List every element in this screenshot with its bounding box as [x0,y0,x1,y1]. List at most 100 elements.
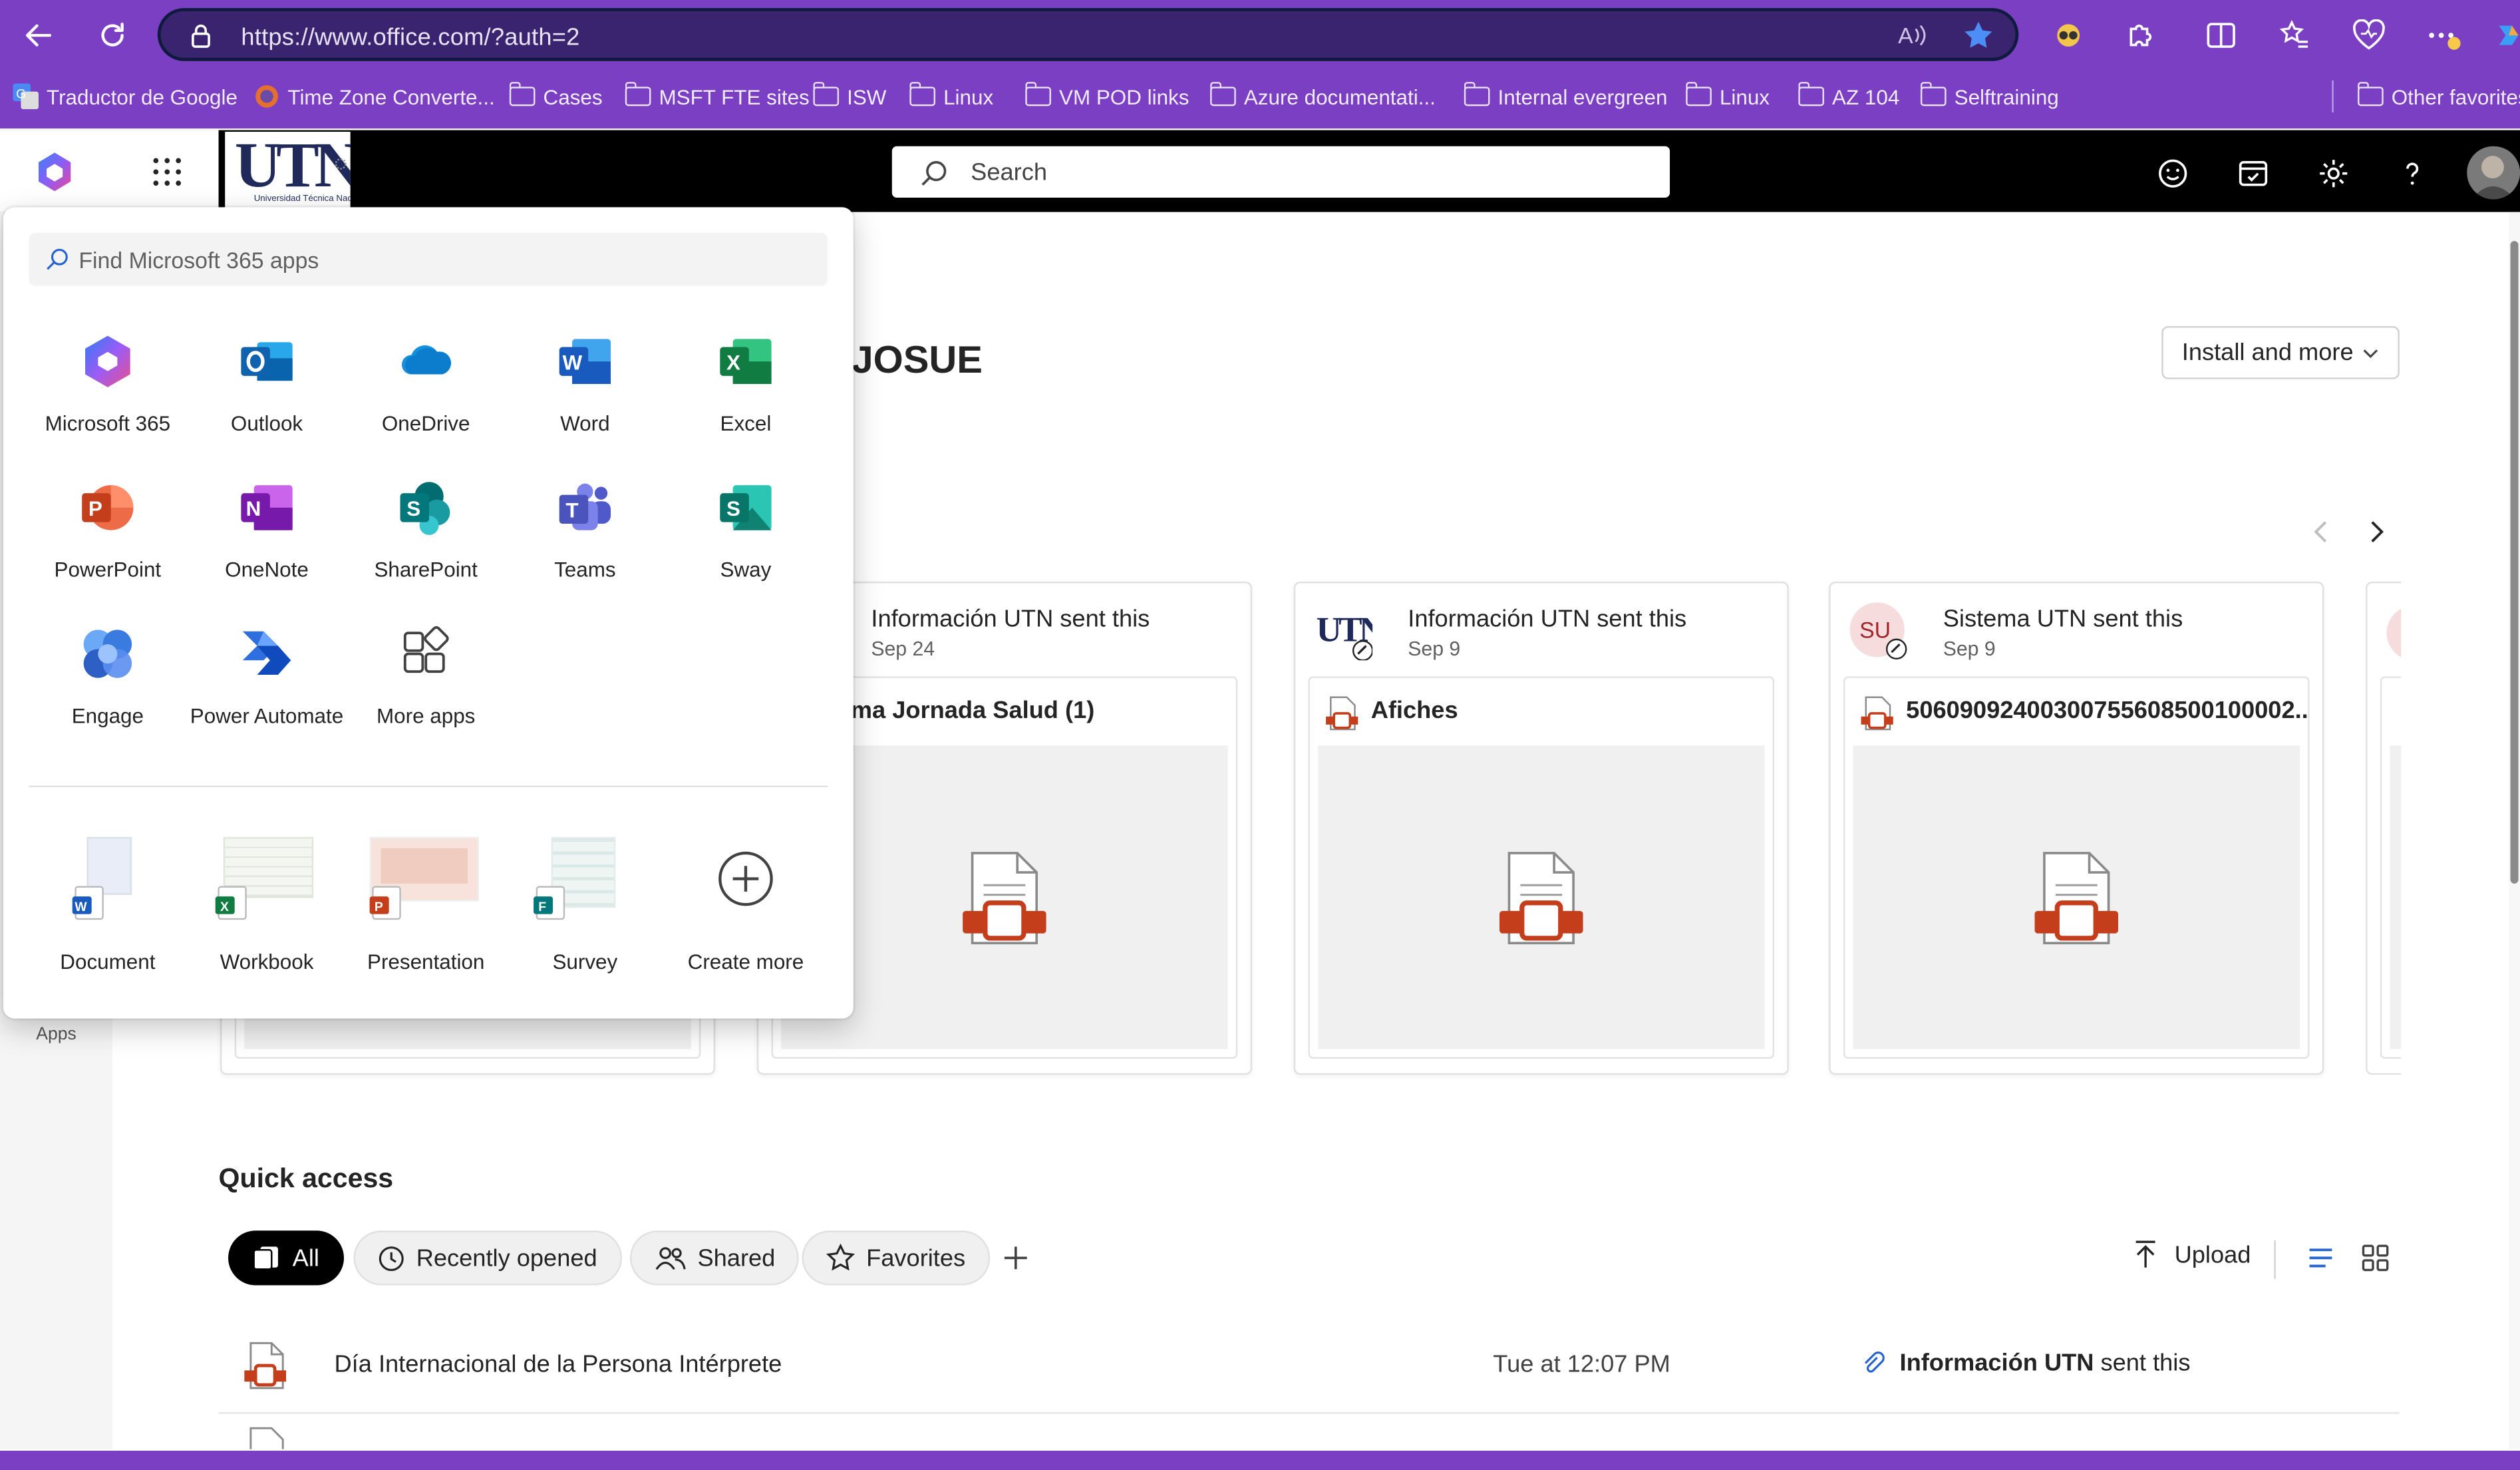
favorite-star-icon[interactable] [1963,19,1994,51]
folder-icon [1798,82,1824,106]
microsoft-365-logo-icon[interactable] [32,150,77,195]
rail-apps-label[interactable]: Apps [0,1025,112,1044]
app-tile-powerpoint[interactable]: P PowerPoint [27,478,188,583]
refresh-button[interactable] [90,13,135,58]
card-preview[interactable]: Afiches [1308,676,1775,1059]
filter-favorites-pill[interactable]: Favorites [802,1230,990,1286]
back-button[interactable] [16,13,61,58]
card-file-name[interactable]: Afiches [1371,697,1458,725]
address-bar[interactable]: https://www.office.com/?auth=2 A [157,8,2019,61]
shared-file-card[interactable]: UTN Información UTN sent this Sep 9 Afic… [1293,581,1789,1075]
carousel-next-button[interactable] [2361,514,2393,550]
app-tile-sharepoint[interactable]: S SharePoint [345,478,506,583]
app-tile-outlook[interactable]: Outlook [186,333,347,437]
settings-gear-icon[interactable] [2314,154,2353,193]
svg-text:W: W [75,900,87,914]
launcher-divider [29,785,828,787]
google-translate-icon: G [13,83,39,110]
shared-file-card[interactable]: SU Sistema UTN sent this Sep 9 506090924… [1829,581,2324,1075]
create-document-template[interactable]: W Document [27,836,188,974]
app-launcher-waffle-icon[interactable] [153,158,182,186]
bookmark-folder[interactable]: ISW [813,75,886,117]
card-thumbnail [1317,745,1765,1049]
extensions-puzzle-icon[interactable] [2122,16,2160,55]
favorites-list-icon[interactable] [2276,16,2314,55]
svg-text:X: X [726,351,740,374]
upload-button[interactable]: Upload [2133,1238,2251,1270]
copilot-icon[interactable] [2489,16,2520,55]
app-tile-teams[interactable]: T Teams [505,478,666,583]
page-scrollbar-thumb[interactable] [2510,241,2519,884]
app-tile-excel[interactable]: X Excel [665,333,826,437]
read-aloud-icon[interactable]: A [1897,21,1929,49]
app-tile-onedrive[interactable]: OneDrive [345,333,506,437]
app-tile-more-apps[interactable]: More apps [345,625,506,729]
pdf-file-large-icon [963,849,1046,946]
bookmark-folder[interactable]: VM POD links [1025,75,1189,117]
folder-icon [2358,82,2384,106]
app-tile-power-automate[interactable]: Power Automate [186,625,347,729]
folder-icon [1464,82,1490,106]
bookmark-folder[interactable]: AZ 104 [1798,75,1899,117]
app-tile-sway[interactable]: S Sway [665,478,826,583]
create-survey-template[interactable]: F Survey [505,836,666,974]
shared-file-card-partial[interactable] [2366,581,2402,1075]
extension-glasses-icon[interactable] [2049,16,2088,55]
help-question-icon[interactable] [2393,154,2432,193]
card-date: Sep 9 [1943,638,1996,661]
forms-icon: F [532,885,567,920]
bookmark-other-favorites[interactable]: Other favorites [2358,75,2520,117]
address-url[interactable]: https://www.office.com/?auth=2 [241,24,579,51]
settings-more-icon[interactable] [2424,16,2462,55]
card-preview[interactable]: 50609092400300755608500100002... [1843,676,2310,1059]
bookmark-folder[interactable]: MSFT FTE sites [625,75,810,117]
bookmark-folder[interactable]: Linux [909,75,993,117]
bookmark-folder[interactable]: Azure documentati... [1210,75,1436,117]
browser-essentials-heart-icon[interactable] [2350,16,2388,55]
folder-icon [1025,82,1051,106]
my-day-calendar-icon[interactable] [2234,154,2273,193]
app-tile-word[interactable]: W Word [505,333,666,437]
svg-text:X: X [220,900,229,914]
sharepoint-icon: S [397,478,455,536]
bookmark-folder[interactable]: Selftraining [1920,75,2059,117]
utn-logo[interactable]: UTNUniversidad Técnica Nacional [225,131,351,211]
bookmark-folder[interactable]: Cases [509,75,603,117]
app-tile-engage[interactable]: Engage [27,625,188,729]
feedback-smile-icon[interactable] [2153,154,2192,193]
filter-all-pill[interactable]: All [228,1230,344,1286]
power-automate-icon [238,625,296,683]
grid-view-icon[interactable] [2358,1240,2393,1276]
app-tile-microsoft-365[interactable]: Microsoft 365 [27,333,188,437]
list-view-icon[interactable] [2303,1240,2338,1276]
bookmark-folder[interactable]: Internal evergreen [1464,75,1667,117]
bookmark-folder[interactable]: Linux [1686,75,1770,117]
create-more-button[interactable]: Create more [665,837,826,974]
add-filter-plus-icon[interactable] [998,1240,1033,1276]
create-presentation-template[interactable]: P Presentation [345,836,506,974]
table-row[interactable]: Día Internacional de la Persona Intérpre… [218,1322,2400,1414]
folder-icon [509,82,536,106]
install-and-more-button[interactable]: Install and more [2161,326,2400,379]
card-file-name[interactable]: 50609092400300755608500100002... [1906,697,2308,725]
bookmark-item[interactable]: Time Zone Converte... [254,75,495,117]
create-workbook-template[interactable]: X Workbook [186,836,347,974]
search-placeholder[interactable]: Search [971,159,1047,186]
svg-text:N: N [246,497,261,520]
filter-shared-pill[interactable]: Shared [630,1230,800,1286]
table-row-partial[interactable] [219,1414,2400,1449]
filter-recently-opened-pill[interactable]: Recently opened [353,1230,621,1286]
find-apps-placeholder[interactable]: Find Microsoft 365 apps [79,248,319,274]
search-box[interactable]: Search [891,146,1670,198]
onenote-icon: N [238,478,296,536]
app-tile-onenote[interactable]: N OneNote [186,478,347,583]
carousel-prev-button[interactable] [2304,514,2336,550]
documents-stack-icon [252,1245,281,1271]
avatar[interactable] [2467,146,2520,200]
svg-text:G: G [16,87,26,101]
row-file-name[interactable]: Día Internacional de la Persona Intérpre… [334,1351,782,1378]
bookmark-item[interactable]: G Traductor de Google [13,75,237,117]
split-screen-icon[interactable] [2202,16,2241,55]
find-apps-input[interactable]: Find Microsoft 365 apps [29,233,828,286]
onedrive-icon [397,333,455,391]
